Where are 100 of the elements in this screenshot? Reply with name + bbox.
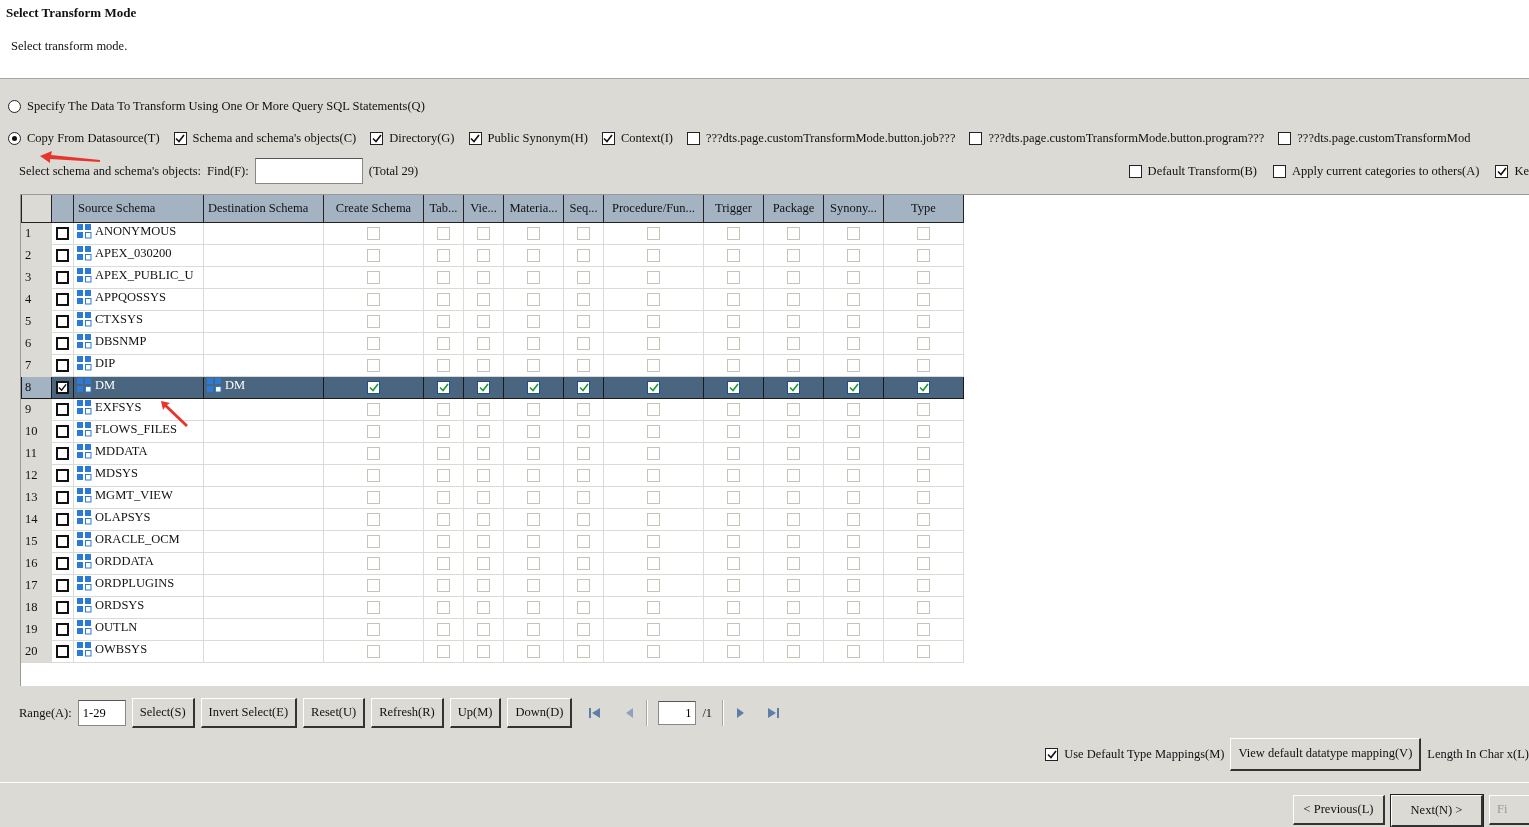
cell-checkbox[interactable] bbox=[787, 337, 800, 351]
cell-checkbox[interactable] bbox=[647, 535, 660, 549]
cell-checkbox[interactable] bbox=[847, 271, 860, 285]
cell-checkbox[interactable] bbox=[437, 425, 450, 439]
cell-checkbox[interactable] bbox=[647, 249, 660, 263]
cell-checkbox[interactable] bbox=[477, 469, 490, 483]
cell-checkbox[interactable] bbox=[647, 271, 660, 285]
cell-checkbox[interactable] bbox=[787, 403, 800, 417]
cell-checkbox[interactable] bbox=[527, 381, 540, 395]
cell-checkbox[interactable] bbox=[847, 557, 860, 571]
cell-checkbox[interactable] bbox=[367, 271, 380, 285]
cell-checkbox[interactable] bbox=[917, 491, 930, 505]
range-field[interactable]: 1-29 bbox=[77, 700, 126, 726]
cell-checkbox[interactable] bbox=[577, 469, 590, 483]
cell-checkbox[interactable] bbox=[917, 513, 930, 527]
cell-checkbox[interactable] bbox=[727, 271, 740, 285]
row-checkbox[interactable] bbox=[56, 249, 69, 263]
table-row[interactable]: 5 CTXSYS bbox=[21, 310, 964, 332]
cell-checkbox[interactable] bbox=[477, 513, 490, 527]
cell-checkbox[interactable] bbox=[847, 249, 860, 263]
cell-checkbox[interactable] bbox=[577, 513, 590, 527]
cell-checkbox[interactable] bbox=[527, 403, 540, 417]
toolbar-button[interactable]: Down(D) bbox=[507, 698, 573, 728]
cell-checkbox[interactable] bbox=[727, 359, 740, 373]
cell-checkbox[interactable] bbox=[577, 403, 590, 417]
checkbox[interactable] bbox=[370, 131, 384, 145]
cell-checkbox[interactable] bbox=[367, 513, 380, 527]
table-row[interactable]: 13 MGMT_VIEW bbox=[21, 486, 964, 508]
cell-checkbox[interactable] bbox=[437, 271, 450, 285]
table-row[interactable]: 19 OUTLN bbox=[21, 618, 964, 640]
table-row[interactable]: 17 ORDPLUGINS bbox=[21, 574, 964, 596]
table-row[interactable]: 14 OLAPSYS bbox=[21, 508, 964, 530]
cell-checkbox[interactable] bbox=[437, 491, 450, 505]
table-row[interactable]: 3 APEX_PUBLIC_U bbox=[21, 266, 964, 288]
cell-checkbox[interactable] bbox=[787, 557, 800, 571]
column-header[interactable]: Source Schema bbox=[73, 195, 204, 222]
cell-checkbox[interactable] bbox=[847, 227, 860, 241]
cell-checkbox[interactable] bbox=[917, 249, 930, 263]
row-checkbox[interactable] bbox=[56, 447, 69, 461]
row-checkbox[interactable] bbox=[56, 491, 69, 505]
cell-checkbox[interactable] bbox=[367, 579, 380, 593]
cell-checkbox[interactable] bbox=[917, 447, 930, 461]
cell-checkbox[interactable] bbox=[477, 227, 490, 241]
cell-checkbox[interactable] bbox=[847, 535, 860, 549]
cell-checkbox[interactable] bbox=[647, 601, 660, 615]
cell-checkbox[interactable] bbox=[577, 359, 590, 373]
cell-checkbox[interactable] bbox=[647, 337, 660, 351]
cell-checkbox[interactable] bbox=[437, 513, 450, 527]
row-checkbox[interactable] bbox=[56, 557, 69, 571]
row-checkbox[interactable] bbox=[56, 381, 69, 395]
column-header[interactable]: Seq... bbox=[563, 195, 604, 222]
cell-checkbox[interactable] bbox=[437, 337, 450, 351]
cell-checkbox[interactable] bbox=[847, 315, 860, 329]
cell-checkbox[interactable] bbox=[527, 601, 540, 615]
cell-checkbox[interactable] bbox=[787, 491, 800, 505]
column-header[interactable]: Materia... bbox=[503, 195, 564, 222]
cell-checkbox[interactable] bbox=[647, 469, 660, 483]
cell-checkbox[interactable] bbox=[527, 579, 540, 593]
cell-checkbox[interactable] bbox=[367, 491, 380, 505]
cell-checkbox[interactable] bbox=[577, 381, 590, 395]
cell-checkbox[interactable] bbox=[787, 315, 800, 329]
row-checkbox[interactable] bbox=[56, 535, 69, 549]
cell-checkbox[interactable] bbox=[367, 403, 380, 417]
cell-checkbox[interactable] bbox=[727, 601, 740, 615]
cell-checkbox[interactable] bbox=[847, 645, 860, 659]
row-checkbox[interactable] bbox=[56, 315, 69, 329]
row-checkbox[interactable] bbox=[56, 425, 69, 439]
cell-checkbox[interactable] bbox=[367, 557, 380, 571]
wizard-button[interactable]: Next(N) > bbox=[1391, 795, 1483, 827]
cell-checkbox[interactable] bbox=[437, 623, 450, 637]
cell-checkbox[interactable] bbox=[367, 469, 380, 483]
cell-checkbox[interactable] bbox=[477, 315, 490, 329]
table-row[interactable]: 11 MDDATA bbox=[21, 442, 964, 464]
cell-checkbox[interactable] bbox=[577, 557, 590, 571]
cell-checkbox[interactable] bbox=[787, 381, 800, 395]
cell-checkbox[interactable] bbox=[577, 249, 590, 263]
cell-checkbox[interactable] bbox=[367, 359, 380, 373]
cell-checkbox[interactable] bbox=[917, 403, 930, 417]
cell-checkbox[interactable] bbox=[727, 249, 740, 263]
cell-checkbox[interactable] bbox=[437, 315, 450, 329]
cell-checkbox[interactable] bbox=[787, 249, 800, 263]
column-header[interactable]: Trigger bbox=[703, 195, 764, 222]
cell-checkbox[interactable] bbox=[647, 293, 660, 307]
cell-checkbox[interactable] bbox=[787, 293, 800, 307]
cell-checkbox[interactable] bbox=[477, 403, 490, 417]
cell-checkbox[interactable] bbox=[787, 425, 800, 439]
cell-checkbox[interactable] bbox=[647, 645, 660, 659]
cell-checkbox[interactable] bbox=[367, 425, 380, 439]
cell-checkbox[interactable] bbox=[787, 359, 800, 373]
checkbox[interactable] bbox=[1278, 131, 1292, 145]
cell-checkbox[interactable] bbox=[647, 227, 660, 241]
cell-checkbox[interactable] bbox=[727, 645, 740, 659]
column-header[interactable]: Procedure/Fun... bbox=[603, 195, 704, 222]
cell-checkbox[interactable] bbox=[527, 645, 540, 659]
cell-checkbox[interactable] bbox=[727, 447, 740, 461]
cell-checkbox[interactable] bbox=[527, 557, 540, 571]
cell-checkbox[interactable] bbox=[917, 315, 930, 329]
cell-checkbox[interactable] bbox=[527, 359, 540, 373]
cell-checkbox[interactable] bbox=[367, 601, 380, 615]
cell-checkbox[interactable] bbox=[917, 425, 930, 439]
